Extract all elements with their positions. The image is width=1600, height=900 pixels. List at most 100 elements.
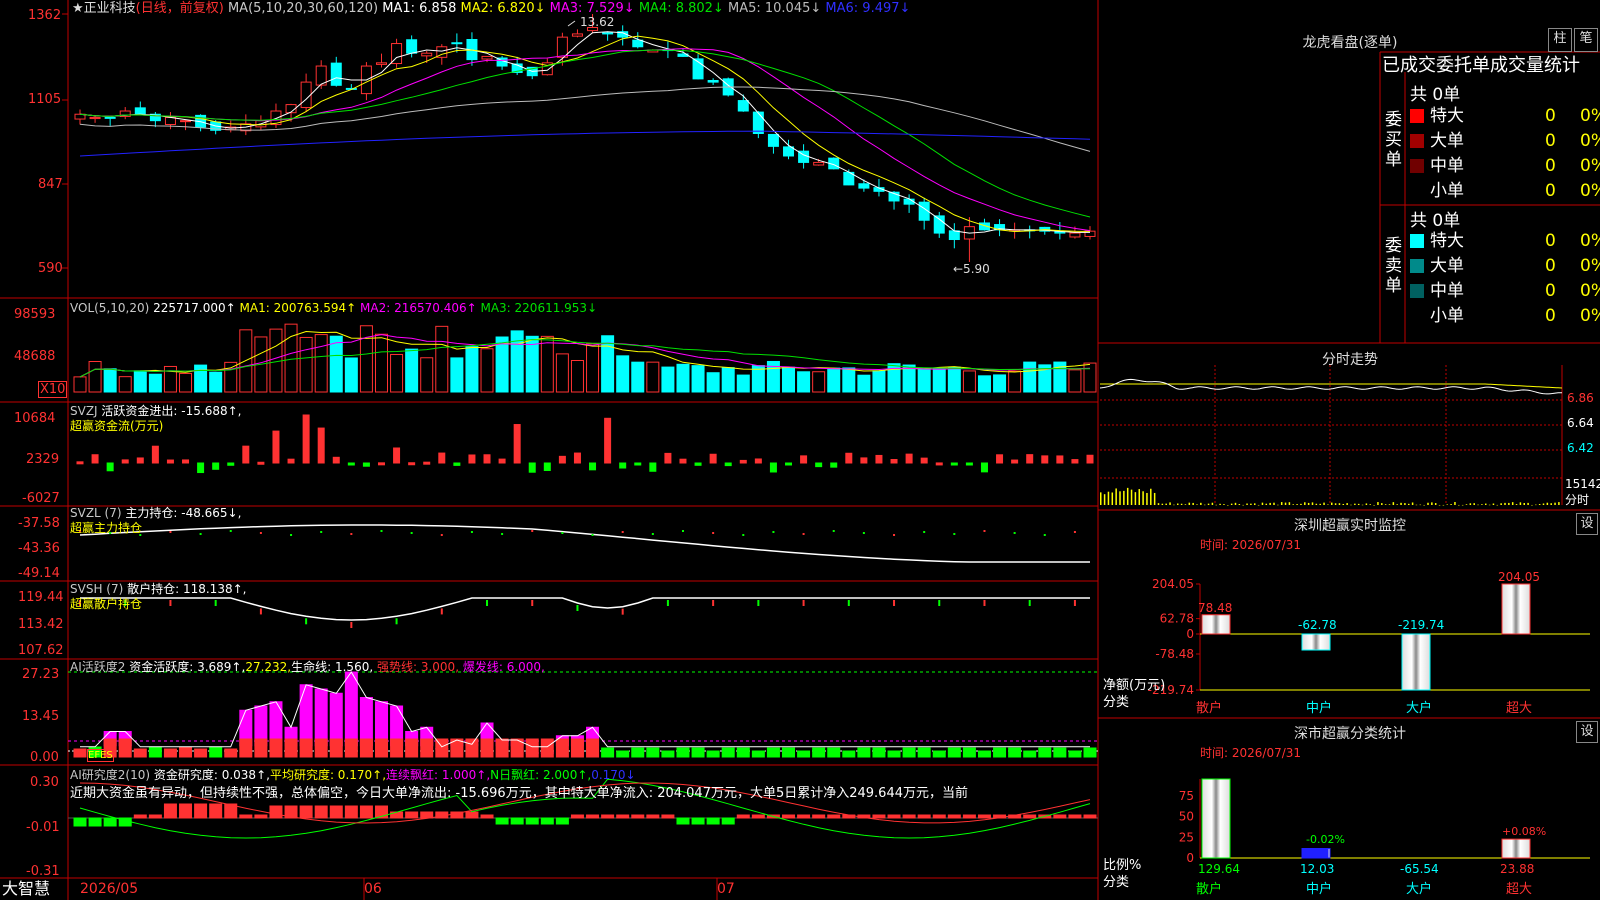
ai2-bar bbox=[721, 817, 735, 825]
realtime-bar bbox=[1301, 633, 1331, 651]
candle-body-down bbox=[948, 230, 960, 241]
svzj-bar bbox=[664, 452, 672, 464]
ai2-bar bbox=[540, 817, 554, 825]
svsh-tick bbox=[983, 600, 986, 606]
intraday-vol-bar bbox=[1350, 504, 1352, 506]
intraday-vol-bar bbox=[1246, 503, 1248, 505]
ai2-bar bbox=[420, 811, 434, 819]
svzl-dot bbox=[832, 530, 835, 532]
ai1-bar bbox=[917, 747, 931, 758]
vol-bar-down bbox=[827, 367, 841, 393]
ai1-bar bbox=[239, 738, 253, 758]
ai2-bar bbox=[601, 814, 615, 819]
intraday-vol-bar bbox=[1100, 492, 1102, 505]
ai2-bar bbox=[239, 814, 253, 819]
svzj-bar bbox=[920, 457, 928, 464]
svzj-bar bbox=[754, 458, 762, 464]
classify-ylabel: 比例% bbox=[1103, 858, 1142, 873]
intraday-vol-bar bbox=[1184, 504, 1187, 505]
svzj-ytick: -6027 bbox=[22, 491, 60, 506]
svsh-tick bbox=[350, 622, 353, 628]
intraday-vol-bar bbox=[1342, 503, 1345, 505]
vol-bar-up bbox=[420, 357, 434, 393]
intraday-vol-bar bbox=[1519, 502, 1522, 505]
vol-def: VOL(5,10,20) bbox=[70, 301, 150, 315]
ai1-bar bbox=[993, 747, 1007, 758]
ai1-header: AI活跃度2 资金活跃度: 3.689↑,27.232,生命线: 1.560, … bbox=[70, 660, 545, 675]
sell-count: 0 bbox=[1545, 256, 1556, 276]
svsh-tick bbox=[440, 608, 443, 615]
svzj-bar bbox=[905, 453, 913, 464]
intraday-vol-bar bbox=[1319, 503, 1321, 505]
ai1-bar bbox=[1038, 747, 1052, 758]
classify-settings-button[interactable]: 设 bbox=[1576, 721, 1598, 743]
ai2-bar bbox=[977, 814, 991, 819]
intraday-vol-bar bbox=[1473, 503, 1475, 505]
ai1-hot-bar bbox=[314, 688, 328, 747]
vol-bar-up bbox=[284, 323, 298, 393]
realtime-settings-button[interactable]: 设 bbox=[1576, 513, 1598, 535]
classify-extra: -0.02% bbox=[1306, 833, 1345, 846]
intraday-vol-bar bbox=[1177, 503, 1179, 505]
svzj-bar bbox=[166, 459, 174, 464]
ai1-ytick: 13.45 bbox=[22, 709, 60, 724]
intraday-vol-bar bbox=[1450, 504, 1452, 505]
lhb-bar-button[interactable]: 柱 bbox=[1548, 28, 1572, 52]
intraday-vol-bar bbox=[1411, 502, 1414, 505]
main-header: ★正业科技(日线，前复权) MA(5,10,20,30,60,120) MA1:… bbox=[72, 1, 910, 16]
period-label[interactable]: (日线，前复权) bbox=[136, 1, 224, 16]
sell-name: 大单 bbox=[1430, 256, 1464, 276]
svzl-dot bbox=[229, 530, 232, 532]
intraday-vol-bar bbox=[1315, 503, 1318, 505]
candle-body-down bbox=[330, 62, 342, 86]
lhb-tabs[interactable]: 已成交委托单成交量统计 bbox=[1382, 56, 1580, 76]
intraday-vol-bar bbox=[1511, 502, 1514, 505]
intraday-vol-bar bbox=[1538, 504, 1541, 505]
vol-bar-down bbox=[495, 336, 509, 393]
classify-category: 散户 bbox=[1196, 881, 1222, 897]
stock-name[interactable]: ★正业科技 bbox=[72, 1, 136, 16]
ai2-bar bbox=[359, 805, 373, 819]
main-chart-canvas[interactable]: 204.0562.780-78.48-219.7478.48散户-62.78中户… bbox=[0, 0, 1600, 900]
ai2-bar bbox=[88, 817, 102, 827]
ai1-bar bbox=[721, 747, 735, 758]
classify-xlabel: 分类 bbox=[1103, 875, 1130, 890]
svzj-bar bbox=[468, 454, 476, 464]
brand-logo[interactable]: 大智慧 bbox=[2, 880, 50, 898]
ai1-bar bbox=[1053, 747, 1067, 758]
ai1-bar bbox=[495, 738, 509, 758]
vol-bar-up bbox=[224, 361, 238, 393]
lhb-tick-button[interactable]: 笔 bbox=[1574, 28, 1598, 52]
vol-bar-down bbox=[209, 371, 223, 393]
ai1-bar bbox=[118, 738, 132, 758]
classify-ytick: 0 bbox=[1186, 851, 1194, 865]
buy-count: 0 bbox=[1545, 106, 1556, 126]
svzl-dot bbox=[802, 533, 805, 535]
ai1-bar bbox=[284, 738, 298, 758]
intraday-vol-bar bbox=[1396, 504, 1398, 505]
intraday-vol-bar bbox=[1546, 502, 1549, 505]
intraday-vol-bar bbox=[1481, 504, 1483, 505]
intraday-vol-bar bbox=[1296, 504, 1298, 505]
svzj-label: 活跃资金进出: -15.688↑, bbox=[101, 404, 242, 418]
candle-body-down bbox=[406, 39, 418, 54]
svzj-bar bbox=[830, 462, 838, 468]
svzj-bar bbox=[257, 461, 265, 465]
ai2-bar bbox=[405, 811, 419, 819]
ai2-header: AI研究度2(10) 资金研究度: 0.038↑,平均研究度: 0.170↑,连… bbox=[70, 768, 636, 783]
sell-pct: 0% bbox=[1580, 256, 1600, 276]
svzj-bar bbox=[890, 459, 898, 464]
main-ytick: 1362 bbox=[28, 8, 62, 23]
intraday-vol-bar bbox=[1227, 504, 1229, 506]
realtime-ytick: 0 bbox=[1186, 627, 1194, 641]
vol-bar-down bbox=[977, 375, 991, 393]
ai1-bar bbox=[676, 747, 690, 758]
ai1-hot-bar bbox=[299, 684, 313, 747]
intraday-vol-bar bbox=[1558, 502, 1560, 505]
vol-bar-down bbox=[103, 368, 117, 393]
svzj-bar bbox=[121, 459, 129, 464]
sell-name: 小单 bbox=[1430, 306, 1464, 326]
date-tick: 06 bbox=[364, 881, 382, 897]
sell-count: 0 bbox=[1545, 231, 1556, 251]
intraday-unit: 分时 bbox=[1565, 493, 1590, 507]
